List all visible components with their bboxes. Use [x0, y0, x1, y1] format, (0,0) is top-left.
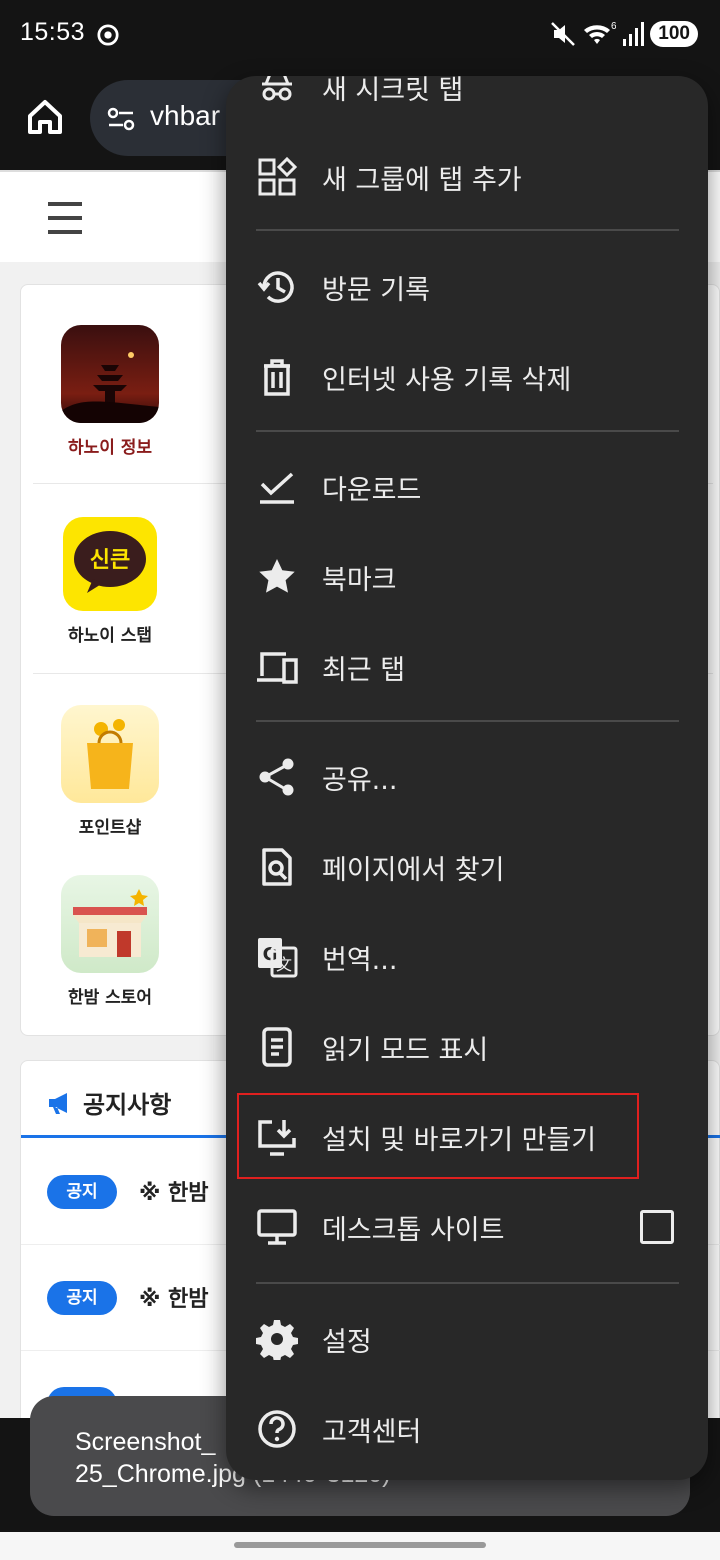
history-icon — [256, 266, 298, 308]
menu-item-bookmarks[interactable]: 북마크 — [226, 536, 708, 616]
svg-text:신큰: 신큰 — [90, 548, 130, 573]
menu-item-history[interactable]: 방문 기록 — [226, 246, 708, 326]
menu-divider — [256, 430, 679, 432]
menu-item-label: 읽기 모드 표시 — [322, 1035, 489, 1066]
storefront-icon — [61, 875, 159, 973]
menu-item-translate[interactable]: G文 번역... — [226, 916, 708, 996]
menu-item-label: 최근 탭 — [322, 655, 406, 686]
menu-item-label: 설정 — [322, 1327, 372, 1358]
hamburger-menu-icon[interactable] — [48, 202, 82, 234]
incognito-icon — [256, 76, 298, 108]
battery-indicator: 100 — [650, 21, 698, 47]
trash-icon — [256, 356, 298, 398]
reader-mode-icon — [256, 1026, 298, 1068]
highlight-box — [237, 1093, 639, 1179]
menu-item-desktop-site[interactable]: 데스크톱 사이트 — [226, 1186, 708, 1266]
app-label: 한밤 스토어 — [67, 988, 153, 1008]
menu-divider — [256, 229, 679, 231]
svg-text:文: 文 — [276, 955, 292, 974]
app-tile[interactable]: 한밤 스토어 — [33, 875, 233, 1065]
download-check-icon — [256, 466, 298, 508]
status-icons: 6 100 — [550, 18, 698, 50]
status-bar: 15:53 6 100 — [0, 0, 720, 68]
menu-item-label: 인터넷 사용 기록 삭제 — [322, 365, 572, 396]
menu-item-label: 페이지에서 찾기 — [322, 855, 505, 886]
menu-item-label: 공유... — [322, 765, 398, 796]
app-label: 하노이 스탭 — [67, 626, 153, 646]
menu-item-downloads[interactable]: 다운로드 — [226, 446, 708, 526]
menu-item-settings[interactable]: 설정 — [226, 1298, 708, 1378]
menu-item-add-tab-to-group[interactable]: 새 그룹에 탭 추가 — [226, 136, 708, 216]
notice-badge: 공지 — [47, 1281, 117, 1315]
share-icon — [256, 756, 298, 798]
url-text: vhbar — [150, 100, 221, 131]
menu-item-label: 고객센터 — [322, 1417, 422, 1448]
menu-divider — [256, 1282, 679, 1284]
shopping-bag-icon — [61, 705, 159, 803]
gesture-handle[interactable] — [234, 1542, 486, 1548]
toast-line-1: Screenshot_ — [75, 1428, 216, 1456]
menu-item-label: 방문 기록 — [322, 275, 430, 306]
notice-text: ※ 한밤 — [139, 1181, 209, 1206]
menu-item-label: 새 그룹에 탭 추가 — [322, 165, 522, 196]
menu-item-label: 다운로드 — [322, 475, 422, 506]
notice-text: ※ 한밤 — [139, 1287, 209, 1312]
app-label: 하노이 정보 — [67, 438, 153, 458]
wifi-icon: 6 — [584, 21, 616, 44]
menu-item-new-incognito-tab[interactable]: 새 시크릿 탭 — [226, 76, 708, 126]
overflow-menu: 새 시크릿 탭 새 그룹에 탭 추가 방문 기록 인터넷 사용 기록 삭제 다운… — [226, 76, 708, 1480]
notice-badge: 공지 — [47, 1175, 117, 1209]
signal-icon — [623, 22, 645, 46]
wifi-badge: 6 — [611, 21, 616, 32]
menu-item-label: 새 시크릿 탭 — [322, 76, 464, 106]
menu-item-find-in-page[interactable]: 페이지에서 찾기 — [226, 826, 708, 906]
menu-item-label: 북마크 — [322, 565, 397, 596]
star-icon — [256, 556, 298, 598]
home-icon[interactable] — [24, 96, 66, 138]
tab-group-icon — [256, 156, 298, 198]
translate-icon: G文 — [256, 936, 298, 978]
menu-item-share[interactable]: 공유... — [226, 736, 708, 816]
help-icon — [256, 1408, 298, 1450]
gear-icon — [256, 1318, 298, 1362]
kakao-chat-icon: 신큰 — [63, 517, 157, 611]
status-time: 15:53 — [20, 18, 86, 46]
gesture-nav-area — [0, 1532, 720, 1560]
app-tile[interactable]: 하노이 정보 — [33, 325, 233, 515]
chrome-notification-icon — [97, 24, 119, 46]
page-info-icon[interactable] — [106, 104, 136, 134]
notice-title: 공지사항 — [83, 1091, 172, 1119]
menu-divider — [256, 720, 679, 722]
megaphone-icon — [49, 1092, 67, 1114]
menu-item-reader-mode[interactable]: 읽기 모드 표시 — [226, 1006, 708, 1086]
desktop-site-checkbox[interactable] — [640, 1210, 674, 1244]
desktop-icon — [256, 1206, 298, 1248]
menu-item-clear-browsing-data[interactable]: 인터넷 사용 기록 삭제 — [226, 336, 708, 416]
menu-item-label: 번역... — [322, 945, 398, 976]
notice-header: 공지사항 — [47, 1085, 171, 1120]
menu-item-help[interactable]: 고객센터 — [226, 1388, 708, 1468]
devices-icon — [256, 646, 298, 688]
menu-item-label: 데스크톱 사이트 — [322, 1215, 505, 1246]
menu-item-recent-tabs[interactable]: 최근 탭 — [226, 626, 708, 706]
app-label: 포인트샵 — [78, 818, 142, 838]
app-tile[interactable]: 포인트샵 — [33, 705, 233, 895]
app-tile[interactable]: 신큰 하노이 스탭 — [33, 517, 233, 707]
find-in-page-icon — [256, 846, 298, 888]
mute-icon — [551, 22, 576, 46]
pagoda-night-icon — [61, 325, 159, 423]
